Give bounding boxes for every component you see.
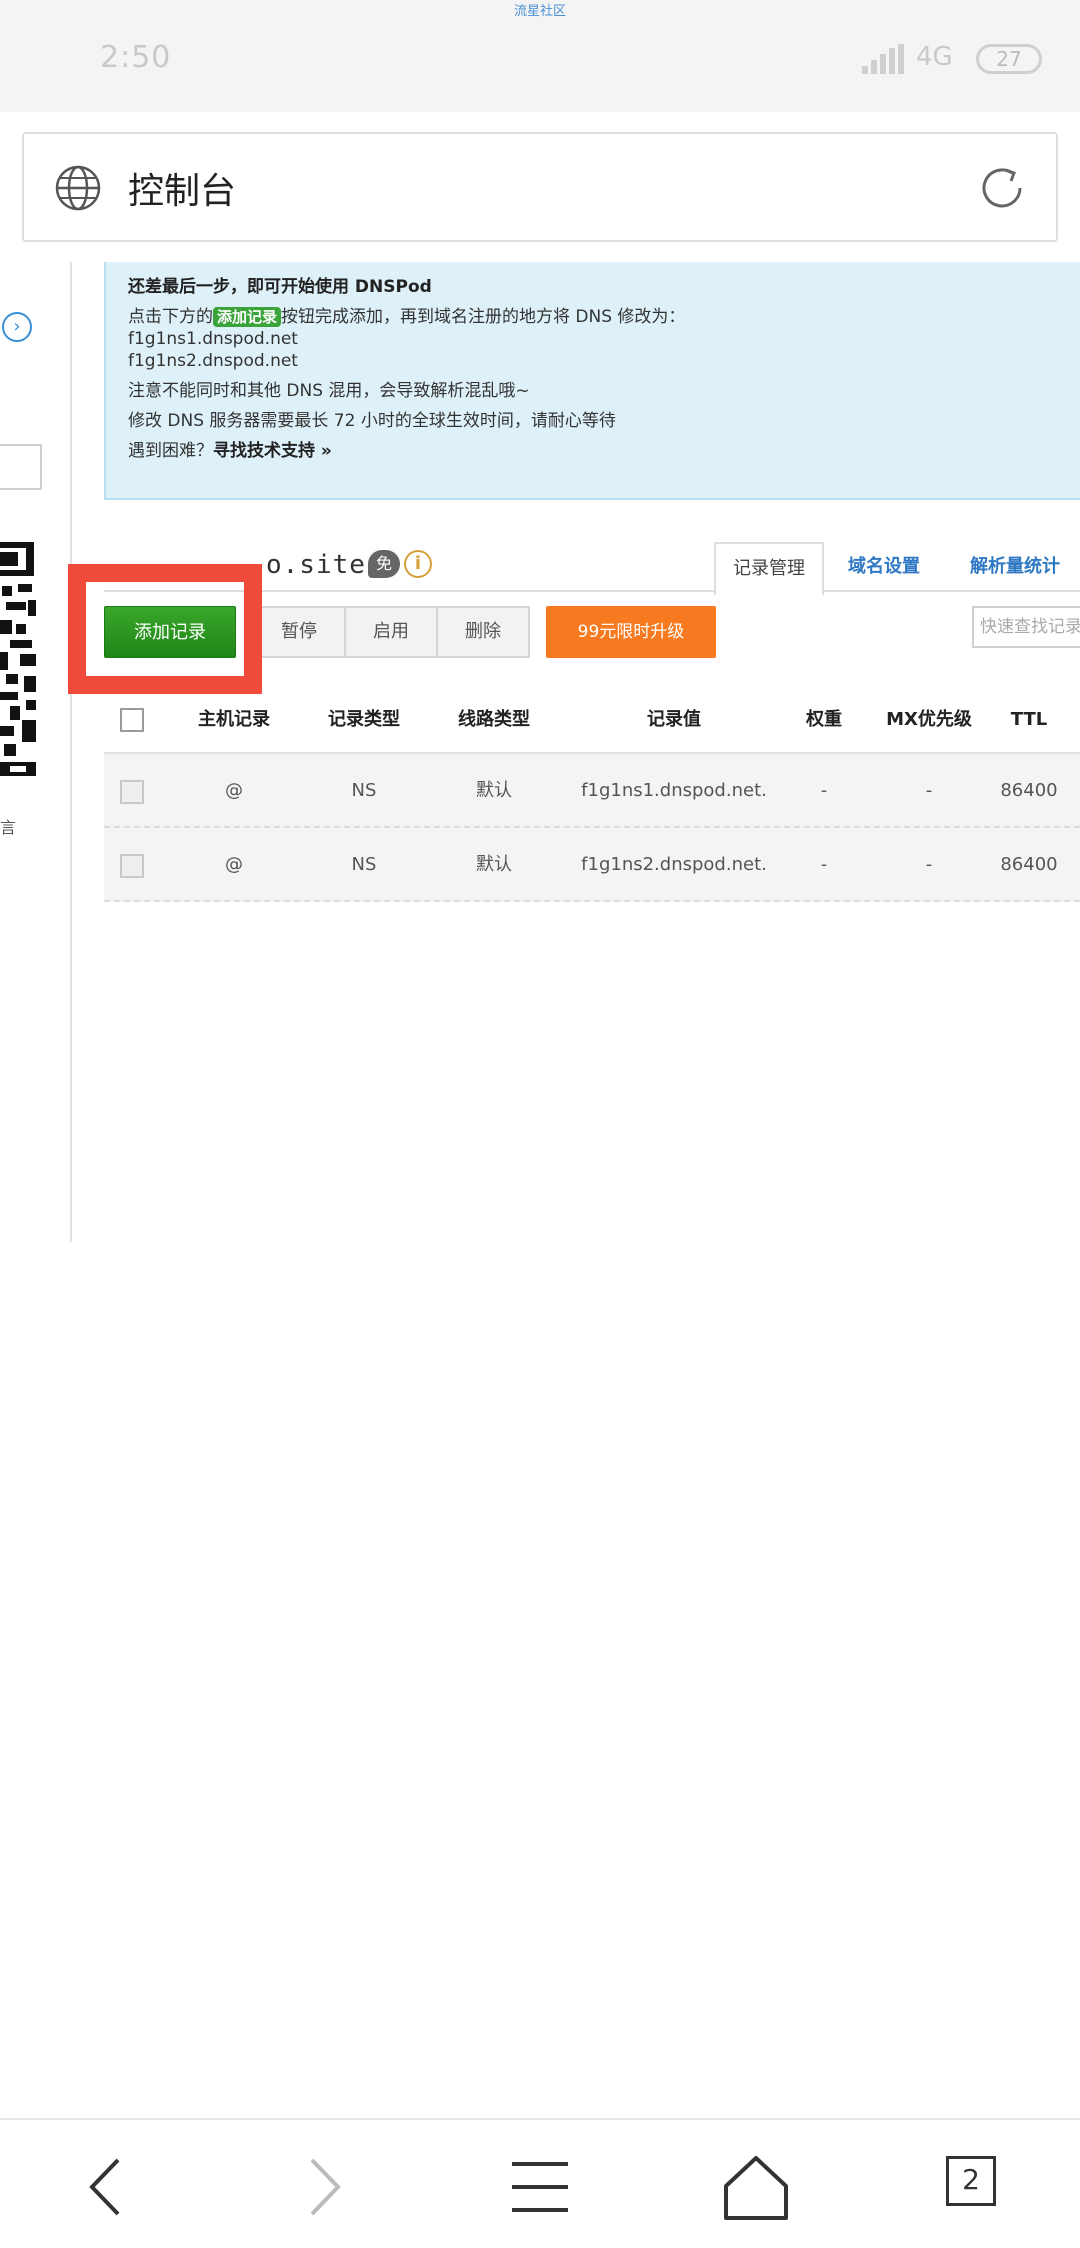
notice-warning: 注意不能同时和其他 DNS 混用，会导致解析混乱哦~ xyxy=(128,381,530,401)
cell-weight: - xyxy=(820,780,828,801)
notice-help: 遇到困难？寻找技术支持 » xyxy=(128,441,332,461)
back-icon[interactable] xyxy=(66,2152,146,2222)
reload-icon[interactable] xyxy=(976,162,1028,214)
select-all-checkbox[interactable] xyxy=(120,708,144,732)
record-search-input[interactable]: 快速查找记录 xyxy=(972,606,1080,648)
col-mx: MX优先级 xyxy=(886,709,972,730)
support-link[interactable]: 寻找技术支持 » xyxy=(213,441,332,461)
menu-icon[interactable] xyxy=(500,2152,580,2222)
setup-notice: 还差最后一步，即可开始使用 DNSPod 点击下方的 添加记录 按钮完成添加，再到域… xyxy=(104,262,1080,500)
pause-button[interactable]: 暂停 xyxy=(252,606,346,658)
status-time: 2:50 xyxy=(100,40,172,75)
cell-line: 默认 xyxy=(476,854,512,875)
sidebar-partial-text: 言 xyxy=(0,818,17,837)
free-badge: 免 xyxy=(368,550,400,578)
notice-instruction: 点击下方的 添加记录 按钮完成添加，再到域名注册的地方将 DNS 修改为： xyxy=(128,307,686,327)
page-title: 控制台 xyxy=(128,171,237,212)
cell-value: f1g1ns1.dnspod.net. xyxy=(581,780,767,801)
cell-line: 默认 xyxy=(476,780,512,801)
nameserver-2: f1g1ns2.dnspod.net xyxy=(128,351,298,371)
cell-ttl: 86400 xyxy=(1000,854,1058,875)
delete-button[interactable]: 删除 xyxy=(436,606,530,658)
enable-button[interactable]: 启用 xyxy=(344,606,438,658)
cell-ttl: 86400 xyxy=(1000,780,1058,801)
chevron-right-icon[interactable]: › xyxy=(2,312,32,342)
records-table: 主机记录 记录类型 线路类型 记录值 权重 MX优先级 TTL @ NS 默认 … xyxy=(104,686,1080,902)
upgrade-button[interactable]: 99元限时升级 xyxy=(546,606,716,658)
browser-screen: 流星社区 2:50 4G 27 控制台 › 言 还差最后一步，即可开始使用 DN… xyxy=(0,0,1080,2248)
cell-type: NS xyxy=(351,854,377,875)
sidebar-divider xyxy=(70,262,72,1242)
add-record-tag: 添加记录 xyxy=(213,307,282,327)
col-type: 记录类型 xyxy=(328,709,400,730)
forward-icon[interactable] xyxy=(284,2152,364,2222)
cell-mx: - xyxy=(925,854,933,875)
cell-mx: - xyxy=(925,780,933,801)
col-host: 主机记录 xyxy=(198,709,270,730)
tab-domain-settings[interactable]: 域名设置 xyxy=(834,542,934,596)
tab-query-stats[interactable]: 解析量统计 xyxy=(950,542,1080,596)
browser-bottom-nav: 2 xyxy=(0,2118,1080,2248)
domain-name: o.site xyxy=(266,550,366,580)
cell-type: NS xyxy=(351,780,377,801)
table-header: 主机记录 记录类型 线路类型 记录值 权重 MX优先级 TTL xyxy=(104,686,1080,754)
status-bar: 流星社区 2:50 4G 27 xyxy=(0,0,1080,112)
table-row[interactable]: @ NS 默认 f1g1ns2.dnspod.net. - - 86400 xyxy=(104,828,1080,902)
address-bar[interactable]: 控制台 xyxy=(22,132,1058,242)
cell-weight: - xyxy=(820,854,828,875)
highlight-box xyxy=(68,564,262,694)
col-value: 记录值 xyxy=(647,709,701,730)
nameserver-1: f1g1ns1.dnspod.net xyxy=(128,329,298,349)
col-weight: 权重 xyxy=(806,709,842,730)
home-icon[interactable] xyxy=(716,2152,796,2222)
battery-indicator: 27 xyxy=(976,44,1042,74)
sidebar-input[interactable] xyxy=(0,444,42,490)
domain-tabs: 记录管理 域名设置 解析量统计 xyxy=(714,542,1080,602)
signal-icon xyxy=(862,44,906,74)
tabs-button[interactable]: 2 xyxy=(946,2152,1026,2222)
info-icon[interactable]: i xyxy=(404,550,432,578)
col-line: 线路类型 xyxy=(458,709,530,730)
row-checkbox[interactable] xyxy=(120,780,144,804)
cell-host: @ xyxy=(225,854,243,875)
tab-record-management[interactable]: 记录管理 xyxy=(714,542,824,596)
web-page: › 言 还差最后一步，即可开始使用 DNSPod 点击下方的 添加记录 按钮完成添加… xyxy=(0,262,1080,1242)
cell-host: @ xyxy=(225,780,243,801)
notice-ttl: 修改 DNS 服务器需要最长 72 小时的全球生效时间，请耐心等待 xyxy=(128,411,616,431)
col-ttl: TTL xyxy=(1010,709,1048,730)
qr-code xyxy=(0,540,38,780)
tab-count: 2 xyxy=(946,2156,996,2206)
cell-value: f1g1ns2.dnspod.net. xyxy=(581,854,767,875)
top-watermark: 流星社区 xyxy=(513,4,566,19)
table-row[interactable]: @ NS 默认 f1g1ns1.dnspod.net. - - 86400 xyxy=(104,754,1080,828)
globe-icon xyxy=(55,165,101,211)
notice-heading: 还差最后一步，即可开始使用 DNSPod xyxy=(128,277,432,297)
row-checkbox[interactable] xyxy=(120,854,144,878)
network-type: 4G xyxy=(916,42,953,72)
